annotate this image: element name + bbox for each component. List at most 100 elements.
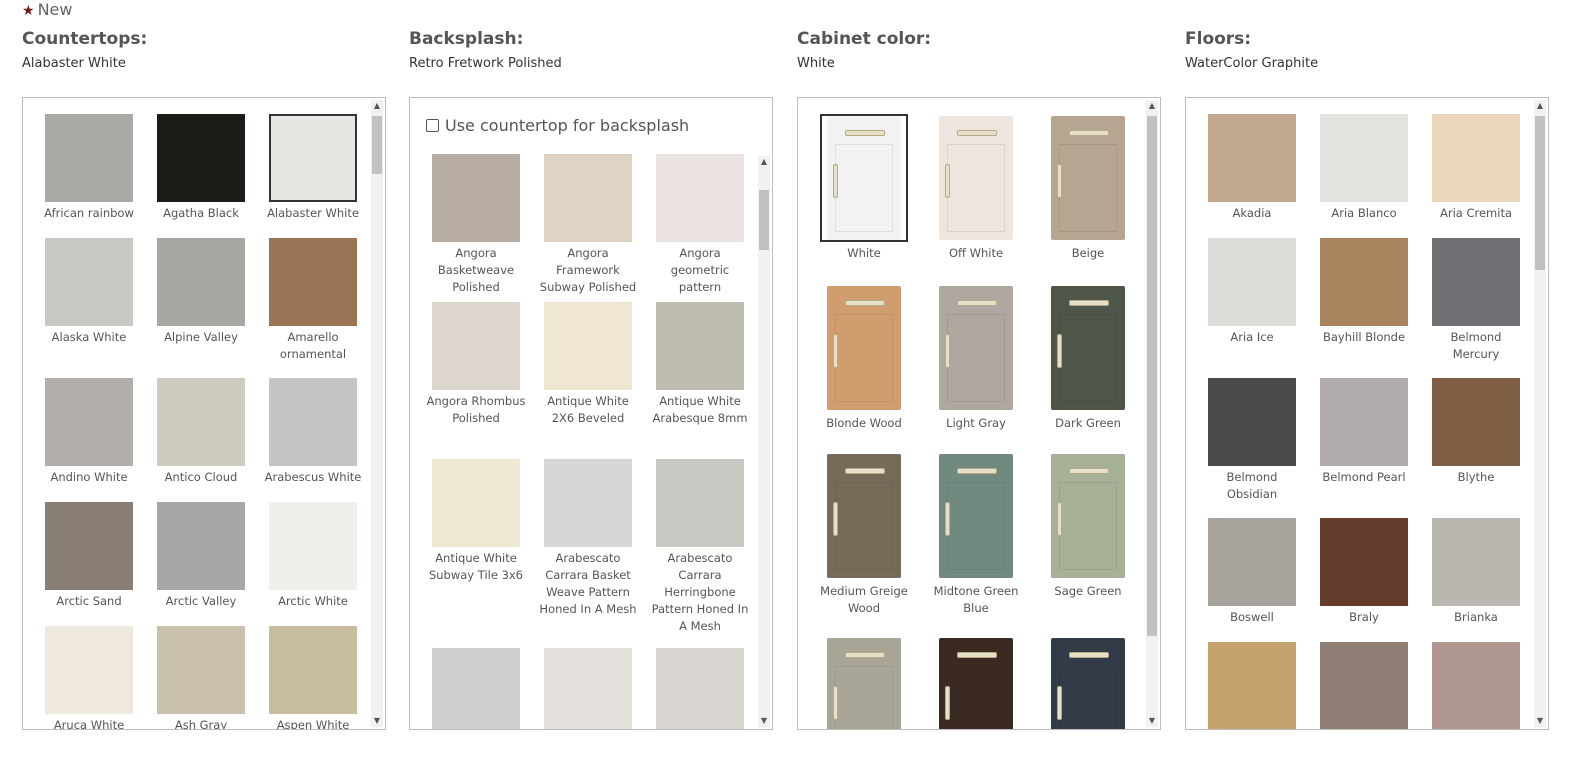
door-swatch[interactable] bbox=[1044, 452, 1132, 580]
scroll-thumb[interactable] bbox=[1535, 116, 1545, 270]
floors-option[interactable]: Akadia bbox=[1202, 114, 1302, 222]
floors-swatch[interactable] bbox=[1320, 642, 1408, 729]
floors-option[interactable] bbox=[1202, 642, 1302, 729]
floors-option[interactable] bbox=[1426, 642, 1526, 729]
countertops-swatch[interactable] bbox=[157, 114, 245, 202]
cabinet-option[interactable]: Dark Green bbox=[1038, 284, 1138, 432]
door-swatch[interactable] bbox=[820, 636, 908, 729]
floors-swatch[interactable] bbox=[1208, 642, 1296, 729]
countertops-swatch[interactable] bbox=[269, 238, 357, 326]
backsplash-swatch[interactable] bbox=[544, 302, 632, 390]
cabinet-option[interactable]: Off White bbox=[926, 114, 1026, 262]
floors-swatch[interactable] bbox=[1432, 114, 1520, 202]
countertops-option[interactable]: Alabaster White bbox=[263, 114, 363, 222]
floors-swatch[interactable] bbox=[1320, 114, 1408, 202]
door-swatch[interactable] bbox=[820, 452, 908, 580]
cabinet-scrollbar[interactable]: ▲ ▼ bbox=[1146, 100, 1158, 727]
backsplash-panel[interactable]: Use countertop for backsplash Angora Bas… bbox=[409, 97, 773, 730]
floors-option[interactable]: Aria Blanco bbox=[1314, 114, 1414, 222]
floors-panel[interactable]: Akadia Aria Blanco Aria Cremita Aria Ice Bay… bbox=[1185, 97, 1549, 730]
backsplash-option[interactable]: Angora geometric pattern bbox=[650, 154, 750, 296]
backsplash-swatch[interactable] bbox=[544, 154, 632, 242]
floors-option[interactable]: Belmond Mercury bbox=[1426, 238, 1526, 363]
countertops-option[interactable]: Amarello ornamental bbox=[263, 238, 363, 363]
floors-scrollbar[interactable]: ▲ ▼ bbox=[1534, 100, 1546, 727]
floors-swatch[interactable] bbox=[1320, 238, 1408, 326]
backsplash-option[interactable] bbox=[426, 648, 526, 729]
scroll-down-icon[interactable]: ▼ bbox=[1146, 715, 1158, 727]
backsplash-option[interactable] bbox=[650, 648, 750, 729]
checkbox-icon[interactable] bbox=[426, 119, 439, 132]
floors-option[interactable]: Belmond Obsidian bbox=[1202, 378, 1302, 503]
floors-option[interactable]: Braly bbox=[1314, 518, 1414, 626]
countertops-option[interactable]: African rainbow bbox=[39, 114, 139, 222]
backsplash-swatch[interactable] bbox=[432, 302, 520, 390]
countertops-swatch[interactable] bbox=[157, 626, 245, 714]
countertops-swatch[interactable] bbox=[157, 238, 245, 326]
countertops-swatch[interactable] bbox=[269, 502, 357, 590]
cabinet-option[interactable]: Midtone Green Blue bbox=[926, 452, 1026, 617]
floors-swatch[interactable] bbox=[1432, 238, 1520, 326]
floors-swatch[interactable] bbox=[1320, 378, 1408, 466]
countertops-panel[interactable]: African rainbow Agatha Black Alabaster Whi… bbox=[22, 97, 386, 730]
cabinet-panel[interactable]: White Off White Beige Blonde Wood Light Gray… bbox=[797, 97, 1161, 730]
cabinet-option[interactable]: Sage Green bbox=[1038, 452, 1138, 600]
floors-swatch[interactable] bbox=[1208, 518, 1296, 606]
scroll-up-icon[interactable]: ▲ bbox=[1534, 100, 1546, 112]
backsplash-option[interactable]: Antique White Arabesque 8mm bbox=[650, 302, 750, 427]
cabinet-option[interactable] bbox=[926, 636, 1026, 729]
countertops-scrollbar[interactable]: ▲ ▼ bbox=[371, 100, 383, 727]
door-swatch[interactable] bbox=[820, 284, 908, 412]
countertops-option[interactable]: Aruca White bbox=[39, 626, 139, 729]
countertops-swatch[interactable] bbox=[45, 626, 133, 714]
countertops-option[interactable]: Arctic Valley bbox=[151, 502, 251, 610]
floors-swatch[interactable] bbox=[1320, 518, 1408, 606]
door-swatch[interactable] bbox=[932, 452, 1020, 580]
backsplash-option[interactable] bbox=[538, 648, 638, 729]
backsplash-swatch[interactable] bbox=[432, 648, 520, 729]
scroll-thumb[interactable] bbox=[372, 116, 382, 174]
floors-swatch[interactable] bbox=[1208, 114, 1296, 202]
floors-option[interactable]: Belmond Pearl bbox=[1314, 378, 1414, 486]
scroll-thumb[interactable] bbox=[759, 190, 769, 250]
countertops-swatch[interactable] bbox=[269, 378, 357, 466]
floors-swatch[interactable] bbox=[1432, 378, 1520, 466]
countertops-option[interactable]: Agatha Black bbox=[151, 114, 251, 222]
cabinet-option[interactable]: Blonde Wood bbox=[814, 284, 914, 432]
cabinet-option[interactable] bbox=[1038, 636, 1138, 729]
floors-swatch[interactable] bbox=[1208, 378, 1296, 466]
floors-option[interactable]: Boswell bbox=[1202, 518, 1302, 626]
floors-option[interactable]: Aria Ice bbox=[1202, 238, 1302, 346]
scroll-down-icon[interactable]: ▼ bbox=[758, 715, 770, 727]
floors-option[interactable]: Bayhill Blonde bbox=[1314, 238, 1414, 346]
use-countertop-checkbox[interactable]: Use countertop for backsplash bbox=[426, 116, 689, 135]
countertops-swatch[interactable] bbox=[269, 114, 357, 202]
countertops-swatch[interactable] bbox=[45, 378, 133, 466]
countertops-option[interactable]: Alpine Valley bbox=[151, 238, 251, 346]
scroll-down-icon[interactable]: ▼ bbox=[1534, 715, 1546, 727]
door-swatch[interactable] bbox=[1044, 636, 1132, 729]
backsplash-option[interactable]: Arabescato Carrara Basket Weave Pattern … bbox=[538, 459, 638, 618]
countertops-option[interactable]: Aspen White bbox=[263, 626, 363, 729]
backsplash-swatch[interactable] bbox=[432, 154, 520, 242]
backsplash-option[interactable]: Angora Basketweave Polished bbox=[426, 154, 526, 296]
backsplash-swatch[interactable] bbox=[656, 302, 744, 390]
door-swatch[interactable] bbox=[932, 636, 1020, 729]
countertops-option[interactable]: Antico Cloud bbox=[151, 378, 251, 486]
backsplash-option[interactable]: Angora Rhombus Polished bbox=[426, 302, 526, 427]
floors-swatch[interactable] bbox=[1432, 518, 1520, 606]
countertops-option[interactable]: Arctic Sand bbox=[39, 502, 139, 610]
scroll-thumb[interactable] bbox=[1147, 116, 1157, 636]
backsplash-option[interactable]: Antique White Subway Tile 3x6 bbox=[426, 459, 526, 584]
backsplash-swatch[interactable] bbox=[544, 459, 632, 547]
door-swatch[interactable] bbox=[1044, 284, 1132, 412]
door-swatch[interactable] bbox=[932, 284, 1020, 412]
backsplash-option[interactable]: Antique White 2X6 Beveled bbox=[538, 302, 638, 427]
floors-option[interactable]: Aria Cremita bbox=[1426, 114, 1526, 222]
backsplash-scrollbar[interactable]: ▲ ▼ bbox=[758, 156, 770, 727]
countertops-swatch[interactable] bbox=[45, 114, 133, 202]
scroll-up-icon[interactable]: ▲ bbox=[371, 100, 383, 112]
backsplash-swatch[interactable] bbox=[544, 648, 632, 729]
backsplash-option[interactable]: Arabescato Carrara Herringbone Pattern H… bbox=[650, 459, 750, 635]
countertops-swatch[interactable] bbox=[45, 502, 133, 590]
